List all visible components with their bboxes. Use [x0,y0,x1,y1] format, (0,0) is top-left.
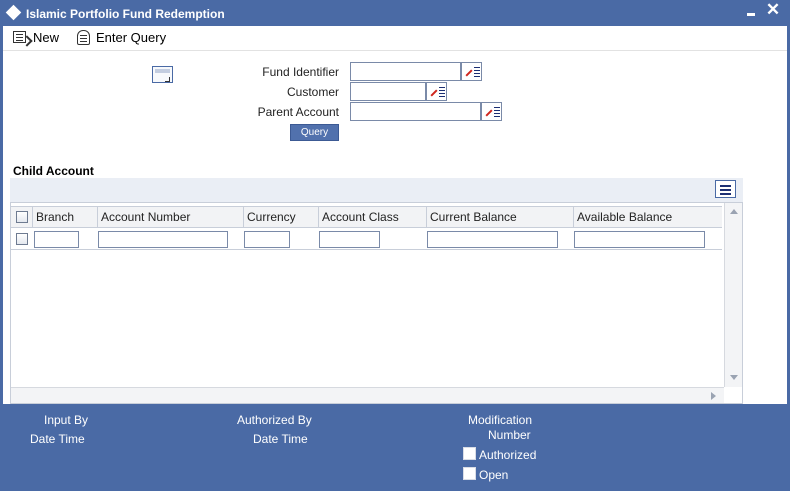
close-icon[interactable]: ✕ [765,1,781,19]
scroll-down-icon[interactable] [730,375,738,380]
enter-query-icon [77,30,90,45]
account-number-cell-input[interactable] [98,231,228,248]
new-button[interactable]: New [13,29,63,47]
available-balance-cell-input[interactable] [574,231,705,248]
toolbar: New Enter Query [3,26,787,51]
enter-query-button[interactable]: Enter Query [75,29,170,47]
authorized-checkbox[interactable] [463,447,476,460]
child-account-grid: Branch Account Number Currency Account C… [10,202,743,404]
column-header-available-balance[interactable]: Available Balance [573,207,722,228]
column-header-account-class[interactable]: Account Class [318,207,426,228]
enter-query-button-label: Enter Query [96,30,167,45]
select-all-checkbox[interactable] [16,211,28,223]
window-diamond-icon [5,4,22,21]
authorized-date-time-label: Date Time [253,432,308,446]
fund-identifier-label: Fund Identifier [262,65,339,79]
modification-label: Modification [468,413,533,427]
new-record-icon [13,31,26,43]
column-header-currency[interactable]: Currency [243,207,318,228]
grid-header-row: Branch Account Number Currency Account C… [11,206,722,228]
open-checkbox-label: Open [479,468,509,482]
table-row [11,228,722,250]
grid-horizontal-scrollbar[interactable] [11,387,724,403]
modification-number-label: Number [488,428,531,442]
authorized-by-label: Authorized By [237,413,312,427]
branch-cell-input[interactable] [34,231,79,248]
input-by-label: Input By [44,413,89,427]
minimize-icon[interactable] [744,4,758,18]
child-account-grid-toolbar [10,178,743,202]
column-header-current-balance[interactable]: Current Balance [426,207,573,228]
column-header-account-number[interactable]: Account Number [97,207,243,228]
child-account-title: Child Account [13,164,94,178]
window-title: Islamic Portfolio Fund Redemption [26,7,225,21]
authorized-checkbox-label: Authorized [479,448,537,462]
form-expand-icon[interactable] [152,66,173,83]
query-button[interactable]: Query [290,124,339,141]
fund-identifier-input[interactable] [350,62,461,81]
row-select-checkbox[interactable] [16,233,28,245]
scroll-up-icon[interactable] [730,209,738,214]
fund-redemption-window: Islamic Portfolio Fund Redemption ✕ New … [0,0,790,491]
title-bar: Islamic Portfolio Fund Redemption ✕ [0,0,790,27]
new-button-label: New [33,30,60,45]
customer-lov-icon[interactable] [426,82,447,101]
fund-identifier-lov-icon[interactable] [461,62,482,81]
account-class-cell-input[interactable] [319,231,380,248]
parent-account-input[interactable] [350,102,481,121]
grid-vertical-scrollbar[interactable] [724,203,742,387]
customer-input[interactable] [350,82,426,101]
customer-label: Customer [286,85,339,99]
audit-footer: Input By Date Time Authorized By Date Ti… [0,404,790,491]
main-panel: New Enter Query Fund Identifier Customer… [3,26,787,404]
grid-options-icon[interactable] [715,180,736,198]
currency-cell-input[interactable] [244,231,290,248]
parent-account-lov-icon[interactable] [481,102,502,121]
column-header-branch[interactable]: Branch [32,207,97,228]
scroll-right-icon[interactable] [711,392,716,400]
current-balance-cell-input[interactable] [427,231,558,248]
parent-account-label: Parent Account [257,105,339,119]
input-date-time-label: Date Time [30,432,85,446]
open-checkbox[interactable] [463,467,476,480]
